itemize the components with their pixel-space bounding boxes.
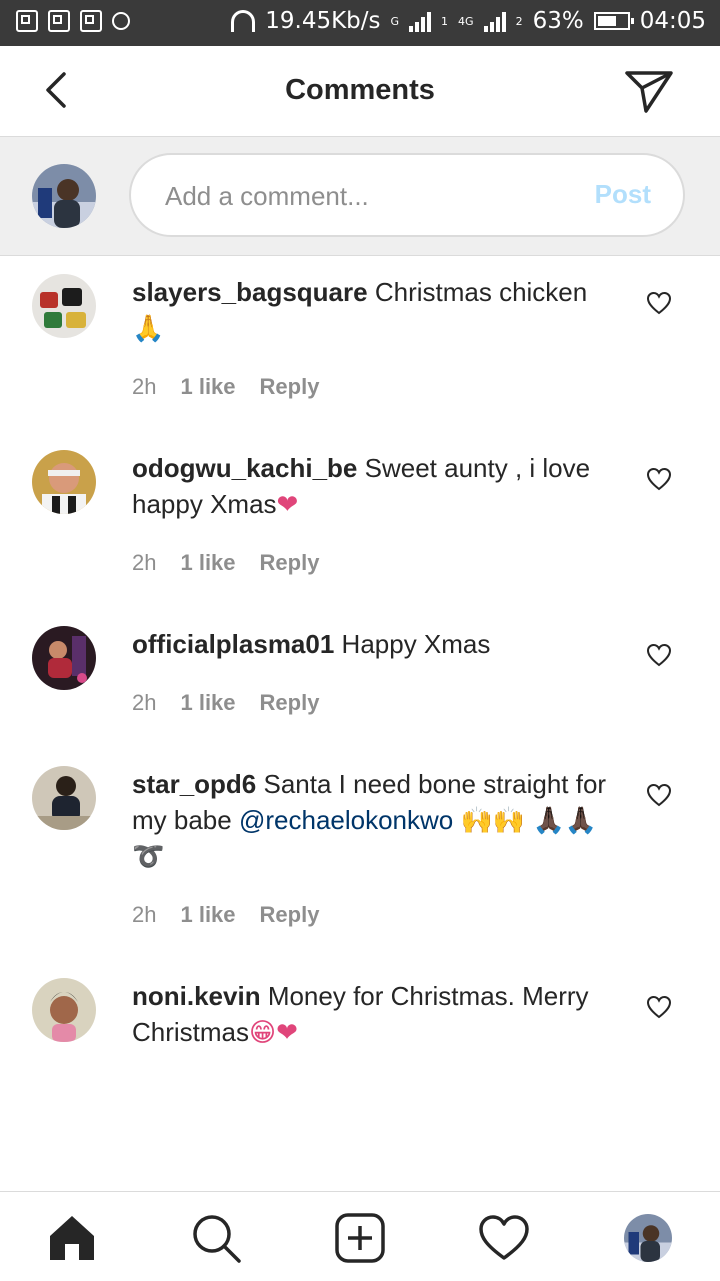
comment-time: 2h xyxy=(132,374,157,399)
battery-fill xyxy=(597,16,616,26)
heart-icon[interactable] xyxy=(646,643,672,667)
comment-emoji: 🙌🙌 xyxy=(460,805,526,835)
status-indicators: 19.45Kb/s G 1 4G 2 63% 04:05 xyxy=(231,8,706,34)
comment-text-block: star_opd6 Santa I need bone straight for… xyxy=(132,766,608,874)
comment-time: 2h xyxy=(132,690,157,715)
reply-button[interactable]: Reply xyxy=(260,690,320,716)
comment-time: 2h xyxy=(132,902,157,927)
comment-text: Happy Xmas xyxy=(341,629,491,659)
comment-box: Post xyxy=(129,153,685,237)
sim-1-label: 1 xyxy=(441,14,449,28)
commenter-avatar[interactable] xyxy=(32,766,96,830)
comment-emoji: ❤ xyxy=(276,489,299,519)
network-type-2: 4G xyxy=(458,14,474,28)
battery-percent: 63% xyxy=(532,8,584,34)
commenter-avatar[interactable] xyxy=(32,450,96,514)
comment-text-block: slayers_bagsquare Christmas chicken 🙏 xyxy=(132,274,608,346)
home-icon[interactable] xyxy=(46,1212,98,1264)
comment-username[interactable]: officialplasma01 xyxy=(132,629,334,659)
reply-button[interactable]: Reply xyxy=(260,374,320,400)
status-bar: 19.45Kb/s G 1 4G 2 63% 04:05 xyxy=(0,0,720,46)
search-icon[interactable] xyxy=(190,1212,242,1264)
signal-icon-1 xyxy=(409,10,432,32)
headphone-icon xyxy=(231,10,256,32)
paper-plane-icon[interactable] xyxy=(624,68,674,114)
comment-meta: 2h 1 like Reply xyxy=(132,902,319,928)
post-button[interactable]: Post xyxy=(595,179,651,210)
notification-icons xyxy=(16,10,130,32)
comment-text-block: officialplasma01 Happy Xmas xyxy=(132,626,608,662)
comment-username[interactable]: noni.kevin xyxy=(132,981,261,1011)
signal-icon-2 xyxy=(483,10,506,32)
current-user-avatar xyxy=(32,164,96,228)
comment-input[interactable] xyxy=(163,177,567,215)
reply-button[interactable]: Reply xyxy=(260,550,320,576)
comment-text-block: noni.kevin Money for Christmas. Merry Ch… xyxy=(132,978,608,1050)
network-speed: 19.45Kb/s xyxy=(265,8,381,34)
comment-text-block: odogwu_kachi_be Sweet aunty , i love hap… xyxy=(132,450,608,522)
profile-avatar[interactable] xyxy=(624,1214,672,1262)
heart-icon[interactable] xyxy=(646,467,672,491)
comment-time: 2h xyxy=(132,550,157,575)
comment-meta: 2h 1 like Reply xyxy=(132,690,319,716)
comment-username[interactable]: star_opd6 xyxy=(132,769,256,799)
commenter-avatar[interactable] xyxy=(32,274,96,338)
comment-text: Christmas chicken xyxy=(374,277,588,307)
comment-mention-link[interactable]: @rechaelokonkwo xyxy=(239,805,453,835)
comment-meta: 2h 1 like Reply xyxy=(132,374,319,400)
comment-username[interactable]: odogwu_kachi_be xyxy=(132,453,357,483)
app-notification-icon xyxy=(48,10,70,32)
comment-username[interactable]: slayers_bagsquare xyxy=(132,277,368,307)
app-notification-icon xyxy=(16,10,38,32)
comment-likes[interactable]: 1 like xyxy=(180,902,235,928)
comment-likes[interactable]: 1 like xyxy=(180,690,235,716)
battery-icon xyxy=(593,12,634,30)
comment-meta: 2h 1 like Reply xyxy=(132,550,319,576)
heart-icon[interactable] xyxy=(646,995,672,1019)
comment-emoji: 🙏 xyxy=(132,313,165,343)
commenter-avatar[interactable] xyxy=(32,978,96,1042)
network-type-1: G xyxy=(390,14,400,28)
comment-emoji: 😁❤ xyxy=(249,1017,298,1047)
bottom-navigation xyxy=(0,1191,720,1281)
sync-icon xyxy=(112,12,130,30)
clock: 04:05 xyxy=(639,8,706,34)
comment-likes[interactable]: 1 like xyxy=(180,374,235,400)
page-title: Comments xyxy=(285,74,435,106)
activity-heart-icon[interactable] xyxy=(478,1212,530,1264)
comment-composer: Post xyxy=(0,137,720,256)
heart-icon[interactable] xyxy=(646,291,672,315)
comment-likes[interactable]: 1 like xyxy=(180,550,235,576)
add-post-icon[interactable] xyxy=(334,1212,386,1264)
heart-icon[interactable] xyxy=(646,783,672,807)
reply-button[interactable]: Reply xyxy=(260,902,320,928)
comments-header: Comments xyxy=(0,46,720,137)
commenter-avatar[interactable] xyxy=(32,626,96,690)
sim-2-label: 2 xyxy=(515,14,523,28)
image-notification-icon xyxy=(80,10,102,32)
